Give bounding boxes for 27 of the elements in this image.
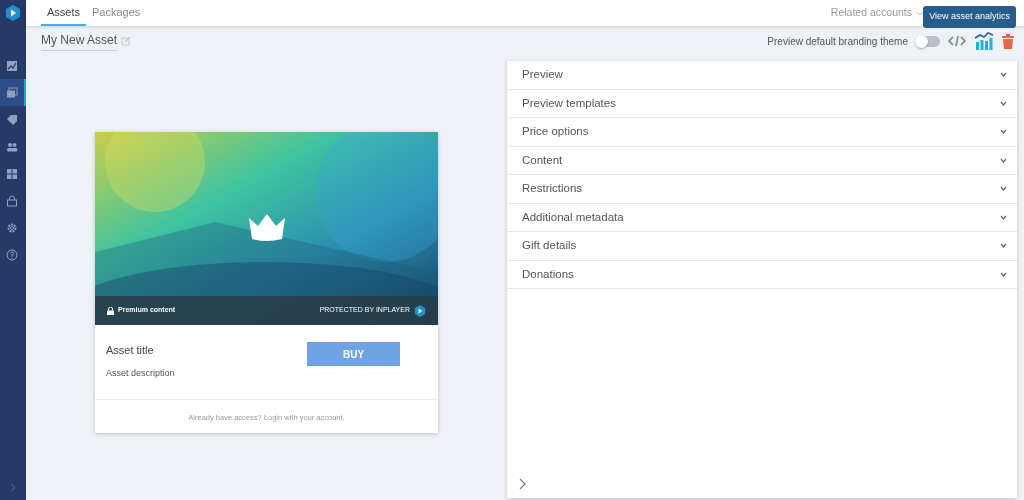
tab[interactable]: Assets (41, 0, 86, 26)
expand-icon[interactable] (519, 478, 527, 490)
play-logo-icon (414, 304, 426, 317)
crown-icon (247, 212, 287, 242)
code-icon[interactable] (948, 35, 966, 47)
asset-description: Asset description (106, 366, 175, 380)
accordion-header[interactable]: Price options (507, 118, 1017, 147)
accordion-header[interactable]: Gift details (507, 232, 1017, 261)
logo-icon[interactable] (5, 5, 21, 21)
expand-icon[interactable] (10, 483, 16, 492)
accordion-header[interactable]: Additional metadata (507, 203, 1017, 232)
asset-title: Asset title (106, 343, 155, 358)
delete-icon[interactable] (1002, 33, 1014, 49)
accordion-header[interactable]: Donations (507, 260, 1017, 289)
preview-theme-label: Preview default branding theme (767, 34, 908, 49)
lock-icon (107, 306, 114, 315)
toggle-switch[interactable] (916, 35, 940, 47)
chevron-icon (916, 10, 924, 16)
tab[interactable]: Packages (86, 0, 147, 26)
accordion-header[interactable]: Content (507, 146, 1017, 175)
asset-name: My New Asset (41, 31, 118, 51)
accordion-header[interactable]: Preview (507, 61, 1017, 90)
accordion-header[interactable]: Preview templates (507, 89, 1017, 118)
accordion-header[interactable]: Restrictions (507, 175, 1017, 204)
tooltip: View asset analytics (923, 6, 1016, 28)
gallery-icon[interactable] (0, 79, 26, 106)
analytics-icon[interactable] (974, 32, 994, 50)
